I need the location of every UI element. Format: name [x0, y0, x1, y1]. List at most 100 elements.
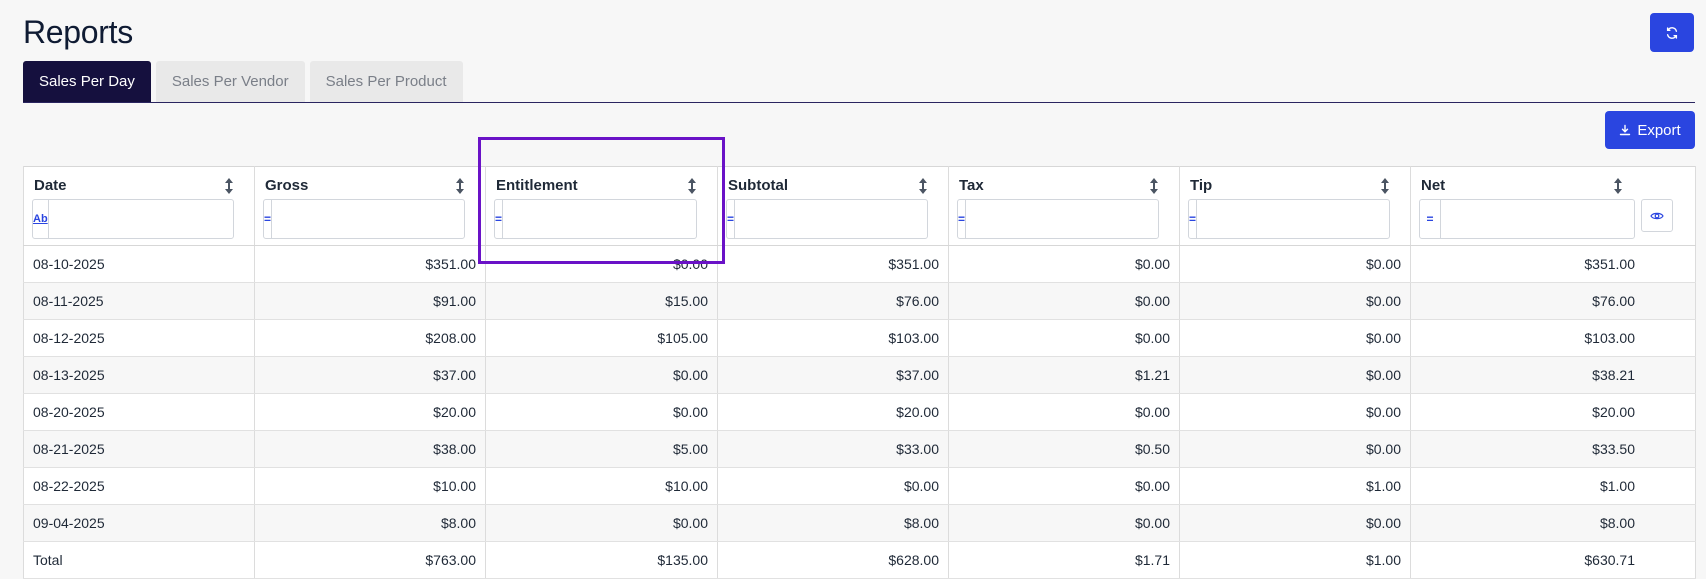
cell-entitlement: $105.00 — [485, 319, 718, 357]
cell-tip: $0.00 — [1179, 245, 1411, 283]
cell-date: 08-10-2025 — [23, 245, 255, 283]
sort-icon[interactable] — [1149, 178, 1159, 194]
cell-date: 08-20-2025 — [23, 393, 255, 431]
filter-input-date[interactable] — [48, 200, 242, 238]
header-row: Date Ab Gross = Entitlement = Subtotal = Tax = Tip… — [23, 166, 1696, 246]
cell-subtotal: $76.00 — [717, 282, 949, 320]
eye-icon — [1650, 211, 1664, 221]
column-header-tax[interactable]: Tax = — [948, 166, 1180, 246]
cell-gross: $763.00 — [254, 541, 486, 579]
cell-date: 08-13-2025 — [23, 356, 255, 394]
cell-tax: $1.21 — [948, 356, 1180, 394]
cell-net: $103.00 — [1410, 319, 1696, 357]
column-header-subtotal[interactable]: Subtotal = — [717, 166, 949, 246]
cell-gross: $38.00 — [254, 430, 486, 468]
cell-tip: $0.00 — [1179, 282, 1411, 320]
column-header-gross[interactable]: Gross = — [254, 166, 486, 246]
table-row: 08-11-2025 $91.00 $15.00 $76.00 $0.00 $0.00 $7… — [23, 282, 1696, 320]
sort-icon[interactable] — [1613, 178, 1623, 194]
sort-icon[interactable] — [224, 178, 234, 194]
cell-gross: $91.00 — [254, 282, 486, 320]
refresh-icon — [1666, 26, 1678, 39]
cell-net: $20.00 — [1410, 393, 1696, 431]
filter-input-entitlement[interactable] — [503, 200, 697, 238]
table-row: 08-21-2025 $38.00 $5.00 $33.00 $0.50 $0.00 $33… — [23, 430, 1696, 468]
cell-entitlement: $5.00 — [485, 430, 718, 468]
tab-underline — [23, 102, 1695, 103]
cell-date: 08-11-2025 — [23, 282, 255, 320]
tab-sales-per-vendor[interactable]: Sales Per Vendor — [155, 61, 305, 102]
totals-row: Total $763.00 $135.00 $628.00 $1.71 $1.00 $630… — [23, 541, 1696, 579]
column-visibility-button[interactable] — [1641, 199, 1673, 232]
sales-table: Date Ab Gross = Entitlement = Subtotal = Tax = Tip… — [23, 166, 1696, 579]
cell-date: 08-12-2025 — [23, 319, 255, 357]
filter-mode-button[interactable]: = — [1420, 200, 1441, 238]
cell-net: $8.00 — [1410, 504, 1696, 542]
cell-entitlement: $0.00 — [485, 245, 718, 283]
column-header-net[interactable]: Net = — [1410, 166, 1696, 246]
sort-icon[interactable] — [455, 178, 465, 194]
cell-subtotal: $103.00 — [717, 319, 949, 357]
cell-tax: $0.00 — [948, 245, 1180, 283]
column-label-tip: Tip — [1190, 177, 1213, 194]
cell-entitlement: $10.00 — [485, 467, 718, 505]
filter-date: Ab — [32, 199, 242, 239]
report-tabs: Sales Per Day Sales Per Vendor Sales Per… — [23, 61, 463, 102]
filter-gross: = — [263, 199, 466, 239]
filter-mode-button[interactable]: = — [1189, 200, 1198, 238]
cell-tax: $0.00 — [948, 467, 1180, 505]
tab-sales-per-product[interactable]: Sales Per Product — [309, 61, 463, 102]
column-header-date[interactable]: Date Ab — [23, 166, 255, 246]
filter-mode-button[interactable]: = — [958, 200, 967, 238]
filter-input-tip[interactable] — [1197, 200, 1391, 238]
cell-tip: $0.00 — [1179, 430, 1411, 468]
tab-sales-per-day[interactable]: Sales Per Day — [23, 61, 151, 102]
export-button[interactable]: Export — [1605, 111, 1695, 149]
cell-subtotal: $628.00 — [717, 541, 949, 579]
table-row: 08-13-2025 $37.00 $0.00 $37.00 $1.21 $0.00 $38… — [23, 356, 1696, 394]
column-label-entitlement: Entitlement — [496, 177, 578, 194]
cell-tax: $0.00 — [948, 319, 1180, 357]
cell-date: 08-22-2025 — [23, 467, 255, 505]
filter-mode-button[interactable]: = — [264, 200, 273, 238]
cell-tax: $0.00 — [948, 504, 1180, 542]
cell-date: 08-21-2025 — [23, 430, 255, 468]
cell-tip: $0.00 — [1179, 393, 1411, 431]
filter-mode-button[interactable]: = — [495, 200, 504, 238]
cell-net: $1.00 — [1410, 467, 1696, 505]
cell-net: $351.00 — [1410, 245, 1696, 283]
cell-tax: $0.00 — [948, 393, 1180, 431]
cell-net: $76.00 — [1410, 282, 1696, 320]
cell-net: $33.50 — [1410, 430, 1696, 468]
filter-mode-button[interactable]: = — [727, 200, 736, 238]
cell-subtotal: $0.00 — [717, 467, 949, 505]
filter-input-net[interactable] — [1441, 200, 1634, 238]
cell-subtotal: $37.00 — [717, 356, 949, 394]
filter-tip: = — [1188, 199, 1391, 239]
cell-subtotal: $351.00 — [717, 245, 949, 283]
table-row: 09-04-2025 $8.00 $0.00 $8.00 $0.00 $0.00 $8.00 — [23, 504, 1696, 542]
column-header-entitlement[interactable]: Entitlement = — [485, 166, 718, 246]
cell-date: Total — [23, 541, 255, 579]
filter-subtotal: = — [726, 199, 929, 239]
page-title: Reports — [23, 14, 133, 50]
sort-icon[interactable] — [918, 178, 928, 194]
column-label-subtotal: Subtotal — [728, 177, 788, 194]
sort-icon[interactable] — [1380, 178, 1390, 194]
table-row: 08-10-2025 $351.00 $0.00 $351.00 $0.00 $0.00 $… — [23, 245, 1696, 283]
filter-tax: = — [957, 199, 1160, 239]
column-label-tax: Tax — [959, 177, 984, 194]
column-label-net: Net — [1421, 177, 1446, 194]
refresh-button[interactable] — [1650, 13, 1694, 52]
cell-tip: $0.00 — [1179, 356, 1411, 394]
filter-input-gross[interactable] — [272, 200, 466, 238]
filter-mode-button[interactable]: Ab — [33, 200, 49, 238]
filter-input-tax[interactable] — [966, 200, 1160, 238]
cell-gross: $208.00 — [254, 319, 486, 357]
column-header-tip[interactable]: Tip = — [1179, 166, 1411, 246]
cell-subtotal: $33.00 — [717, 430, 949, 468]
cell-entitlement: $15.00 — [485, 282, 718, 320]
filter-input-subtotal[interactable] — [735, 200, 929, 238]
sort-icon[interactable] — [687, 178, 697, 194]
cell-subtotal: $8.00 — [717, 504, 949, 542]
